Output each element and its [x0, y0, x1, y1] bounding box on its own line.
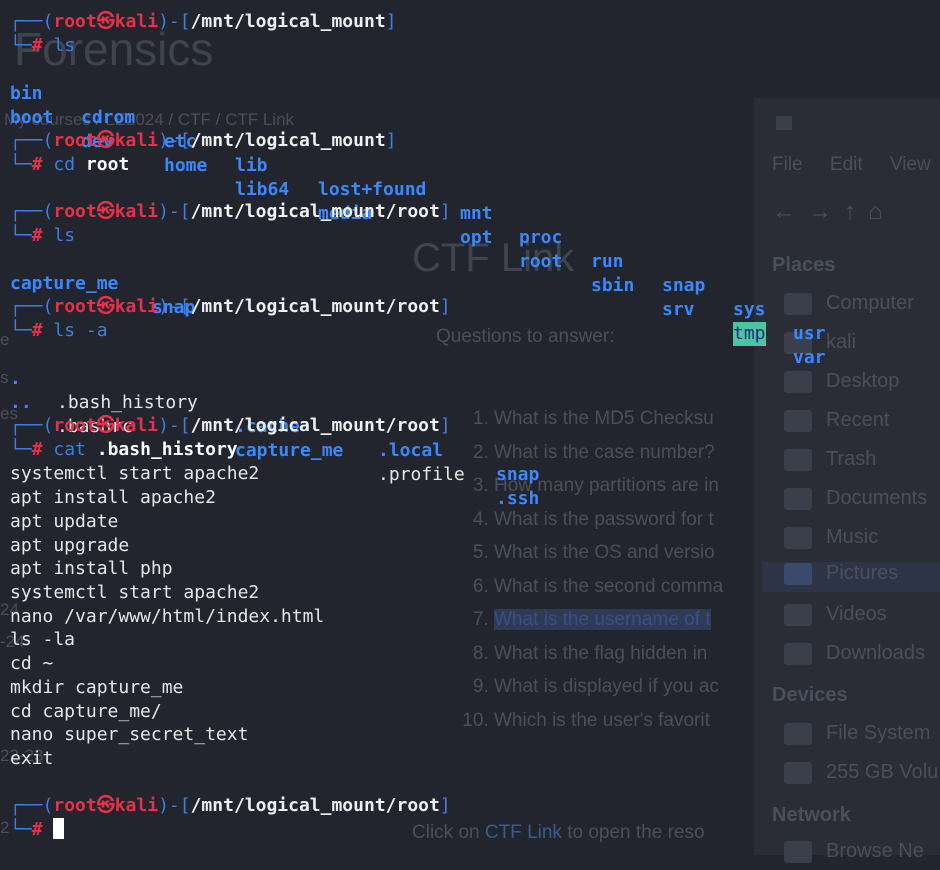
prompt-line: ┌──(root㉿kali)-[/mnt/logical_mount/root]: [10, 296, 451, 317]
history-line: exit: [10, 748, 54, 769]
command-line: └─# cd root: [10, 154, 130, 175]
history-line: apt upgrade: [10, 535, 130, 556]
ls-output-row: capture_me snap: [10, 273, 196, 318]
command-line: └─# ls: [10, 225, 76, 246]
ls-output-row: . .bash_history .cache .local snap: [10, 368, 540, 485]
prompt-line: ┌──(root㉿kali)-[/mnt/logical_mount]: [10, 11, 397, 32]
history-line: nano super_secret_text: [10, 724, 249, 745]
history-line: nano /var/www/html/index.html: [10, 606, 325, 627]
history-line: systemctl start apache2: [10, 582, 260, 603]
command-input-line[interactable]: └─#: [10, 818, 65, 842]
command-line: └─# ls: [10, 35, 76, 56]
history-line: cd ~: [10, 653, 54, 674]
history-line: apt update: [10, 511, 119, 532]
prompt-line: ┌──(root㉿kali)-[/mnt/logical_mount/root]: [10, 795, 451, 816]
ls-output-row: .. .bashrc capture_me .profile .ssh: [10, 392, 540, 509]
history-line: apt install apache2: [10, 487, 216, 508]
history-line: mkdir capture_me: [10, 677, 184, 698]
prompt-line: ┌──(root㉿kali)-[/mnt/logical_mount]: [10, 130, 397, 151]
text-cursor: [53, 818, 65, 839]
prompt-line: ┌──(root㉿kali)-[/mnt/logical_mount/root]: [10, 201, 451, 222]
ls-output-row: boot dev home lib64 media opt root sbin …: [10, 107, 826, 368]
history-line: cd capture_me/: [10, 701, 162, 722]
history-line: systemctl start apache2: [10, 463, 260, 484]
tmp-dir-highlight: tmp: [733, 322, 766, 346]
history-line: ls -la: [10, 629, 76, 650]
command-line: └─# ls -a: [10, 320, 108, 341]
ls-output-row: bin cdrom etc lib lost+found mnt proc ru…: [10, 83, 826, 344]
terminal[interactable]: ┌──(root㉿kali)-[/mnt/logical_mount] └─# …: [0, 0, 940, 855]
history-line: apt install php: [10, 558, 173, 579]
command-line: └─# cat .bash_history: [10, 439, 238, 460]
prompt-line: ┌──(root㉿kali)-[/mnt/logical_mount/root]: [10, 415, 451, 436]
